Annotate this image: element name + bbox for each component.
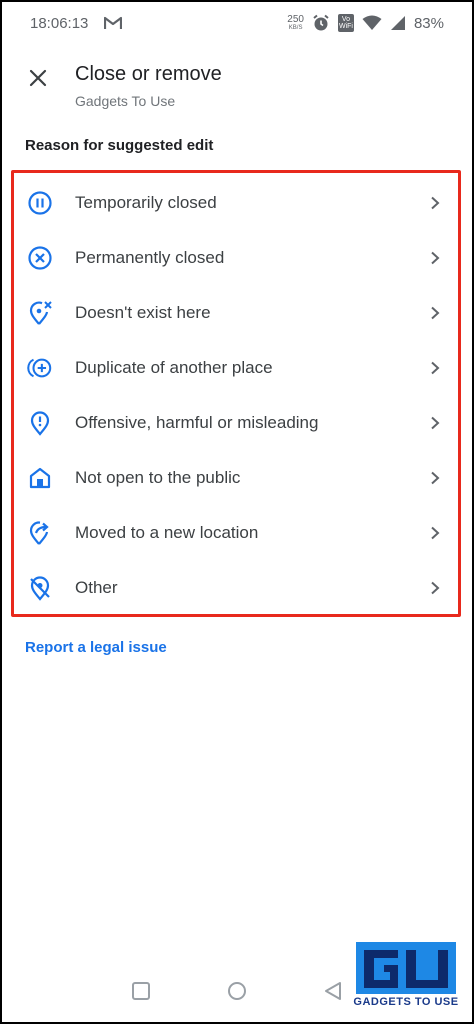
option-permanently-closed[interactable]: Permanently closed [14,230,458,285]
x-circle-icon [27,245,53,271]
option-other[interactable]: Other [14,560,458,615]
place-name: Gadgets To Use [75,93,176,109]
option-doesnt-exist[interactable]: Doesn't exist here [14,285,458,340]
alarm-icon [313,14,329,31]
chevron-right-icon [431,251,440,264]
option-not-open-to-public[interactable]: Not open to the public [14,450,458,505]
option-label: Moved to a new location [75,522,259,542]
option-label: Duplicate of another place [75,357,273,377]
back-icon[interactable] [322,980,344,1002]
chevron-right-icon [431,471,440,484]
option-moved[interactable]: Moved to a new location [14,505,458,560]
header: Close or remove Gadgets To Use [0,58,474,118]
pin-exclamation-icon [27,410,53,436]
option-label: Temporarily closed [75,192,217,212]
home-icon[interactable] [226,980,248,1002]
vowifi-badge: Vo WiFi [337,14,354,32]
battery-level: 83% [413,14,444,32]
option-label: Doesn't exist here [75,302,211,322]
pin-x-icon [27,300,53,326]
section-label: Reason for suggested edit [25,137,214,154]
gmail-icon [104,16,123,29]
option-label: Other [75,577,118,597]
signal-icon [390,16,405,30]
chevron-right-icon [431,306,440,319]
close-icon[interactable] [26,66,50,90]
chevron-right-icon [431,361,440,374]
wifi-icon [362,15,382,30]
options-list: Temporarily closed Permanently closed Do… [11,170,461,617]
page-title: Close or remove [75,63,222,85]
network-speed: 250 KB/S [287,13,304,31]
status-right: 250 KB/S Vo WiFi 83% [287,14,444,32]
option-temporarily-closed[interactable]: Temporarily closed [14,175,458,230]
option-label: Permanently closed [75,247,225,267]
chevron-right-icon [431,581,440,594]
option-offensive[interactable]: Offensive, harmful or misleading [14,395,458,450]
watermark: GADGETS TO USE [352,940,460,1012]
chevron-right-icon [431,416,440,429]
option-duplicate[interactable]: Duplicate of another place [14,340,458,395]
status-bar: 18:06:13 250 KB/S Vo WiFi 83% [0,0,474,46]
option-label: Not open to the public [75,467,241,487]
pause-circle-icon [27,190,53,216]
recents-icon[interactable] [130,980,152,1002]
gadgets-to-use-logo [356,942,456,994]
watermark-text: GADGETS TO USE [353,996,459,1008]
chevron-right-icon [431,196,440,209]
chevron-right-icon [431,526,440,539]
option-label: Offensive, harmful or misleading [75,412,319,432]
status-time: 18:06:13 [30,14,89,32]
duplicate-plus-icon [27,355,53,381]
report-legal-issue-link[interactable]: Report a legal issue [25,639,167,656]
house-icon [27,465,53,491]
pin-arrow-icon [27,520,53,546]
pin-off-icon [27,575,53,601]
